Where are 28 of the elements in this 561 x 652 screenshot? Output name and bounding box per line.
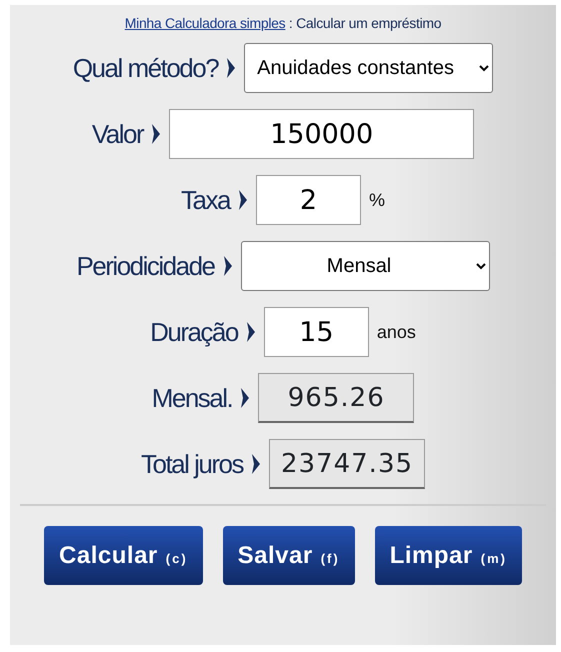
arrow-icon xyxy=(238,189,248,211)
unit-label: % xyxy=(368,188,385,212)
field-label: Duração xyxy=(150,316,238,348)
arrow-icon xyxy=(226,57,236,79)
field-label: Mensal. xyxy=(152,382,232,414)
field-label: Taxa xyxy=(181,184,230,216)
field-label: Valor xyxy=(92,118,144,150)
arrow-icon xyxy=(151,123,162,145)
unit-label: anos xyxy=(376,320,416,344)
action-button[interactable]: Calcular (c) xyxy=(44,526,203,585)
arrow-icon xyxy=(240,387,250,409)
field-label: Total juros xyxy=(141,448,243,480)
arrow-icon xyxy=(246,321,256,343)
arrow-icon xyxy=(251,453,261,475)
input-field[interactable]: 150000 xyxy=(169,109,474,159)
breadcrumb: Minha Calculadora simples : Calcular um empréstimo xyxy=(124,14,442,33)
dropdown[interactable]: Mensal xyxy=(240,241,490,291)
result-field: 965.26 xyxy=(258,373,414,423)
field-label: Periodicidade xyxy=(76,250,215,282)
action-button[interactable]: Salvar (f) xyxy=(222,526,355,585)
action-button[interactable]: Limpar (m) xyxy=(374,526,522,585)
dropdown[interactable]: Anuidades constantes xyxy=(244,43,494,93)
input-field[interactable]: 2 xyxy=(256,175,361,225)
arrow-icon xyxy=(222,255,233,277)
result-field: 23747.35 xyxy=(269,439,425,489)
home-link[interactable]: Minha Calculadora simples xyxy=(124,15,286,31)
field-label: Qual método? xyxy=(72,52,218,84)
input-field[interactable]: 15 xyxy=(264,307,369,357)
